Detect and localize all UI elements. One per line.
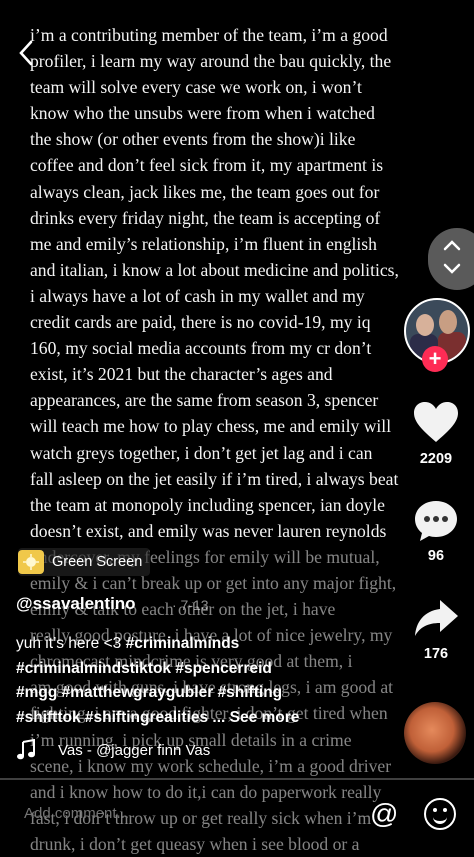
post-text-line: doesn’t exist, and emily was never laure… xyxy=(30,520,387,541)
post-text-line: always clean, jack likes me, the team go… xyxy=(30,181,380,202)
like-button[interactable] xyxy=(410,400,462,449)
post-text-line: coffee and don’t feel sick from it, my a… xyxy=(30,155,384,176)
post-text-line: the team at monopoly including spencer, … xyxy=(30,494,385,515)
post-text-line: watch greys together, i don’t get jet la… xyxy=(30,442,373,463)
post-text-line: credit cards are paid, there is no covid… xyxy=(30,312,371,333)
post-text-line: and italian, i know a lot about medicine… xyxy=(30,259,399,280)
hashtag[interactable]: #criminalmindstiktok #spencerreid xyxy=(16,660,272,677)
post-text-line: 160, my social media accounts from my cr… xyxy=(30,338,372,359)
chevron-up-icon[interactable] xyxy=(442,236,462,257)
effect-tag[interactable]: Green Screen xyxy=(18,548,151,576)
post-text-line: fall asleep on the jet easily if i’m tir… xyxy=(30,468,399,489)
post-text-line: profiler, i learn my way around the bau … xyxy=(30,51,392,72)
like-count: 2209 xyxy=(419,451,453,467)
emoji-icon[interactable] xyxy=(424,798,456,830)
post-text-line: exist, it’s 2021 but the character’s age… xyxy=(30,364,333,385)
comment-button[interactable] xyxy=(410,498,462,549)
comment-count: 96 xyxy=(427,548,445,564)
video-progress-bar[interactable] xyxy=(0,778,474,780)
share-button[interactable] xyxy=(410,596,462,645)
hashtag[interactable]: #mgg #matthewgraygubler #shifting xyxy=(16,684,282,701)
comment-bubble-icon xyxy=(415,501,457,541)
post-date: · 7-13 xyxy=(172,597,209,613)
hashtag[interactable]: #shifttok #shiftingrealities xyxy=(16,709,208,726)
comment-input[interactable] xyxy=(22,804,326,823)
share-arrow-icon xyxy=(415,600,458,636)
heart-icon xyxy=(414,402,458,442)
post-text-line: me and emily’s relationship, i’m fluent … xyxy=(30,233,377,254)
post-text-line: the show (or other events from the show)… xyxy=(30,129,356,150)
post-body-text: i’m a contributing member of the team, i… xyxy=(30,22,460,857)
caption-text: yuh it’s here <3 xyxy=(16,635,122,652)
chevron-left-icon xyxy=(19,40,33,66)
post-text-line: will teach me how to play chess, me and … xyxy=(30,416,392,437)
author-handle[interactable]: @ssavalentino xyxy=(16,594,136,614)
back-button[interactable] xyxy=(18,40,34,72)
post-text-line: drinks every friday night, the team is a… xyxy=(30,207,381,228)
scroll-control[interactable] xyxy=(428,228,474,290)
music-title[interactable]: Vas - @jagger finn Vas xyxy=(58,742,210,759)
share-count: 176 xyxy=(423,646,449,662)
music-note-icon xyxy=(16,738,36,767)
follow-button[interactable]: + xyxy=(422,346,448,372)
hashtag[interactable]: #criminalminds xyxy=(126,635,240,652)
music-disc[interactable] xyxy=(404,702,466,764)
comment-bar: @ xyxy=(0,792,474,843)
post-text-line: i’m a contributing member of the team, i… xyxy=(30,25,388,45)
post-text-line: team will solve every case we work on, i… xyxy=(30,77,362,98)
post-text-line: appearances, are the same from season 3,… xyxy=(30,390,379,411)
see-more-link[interactable]: ... See more xyxy=(212,709,299,726)
effect-icon xyxy=(18,550,44,574)
caption: yuh it’s here <3 #criminalminds #crimina… xyxy=(16,632,396,730)
chevron-down-icon[interactable] xyxy=(442,260,462,281)
post-text-line: i always have a lot of cash in my wallet… xyxy=(30,285,365,306)
effect-label: Green Screen xyxy=(52,554,143,570)
mention-icon[interactable]: @ xyxy=(370,798,398,830)
post-text-line: know who the unsubs were from when i wat… xyxy=(30,103,375,124)
